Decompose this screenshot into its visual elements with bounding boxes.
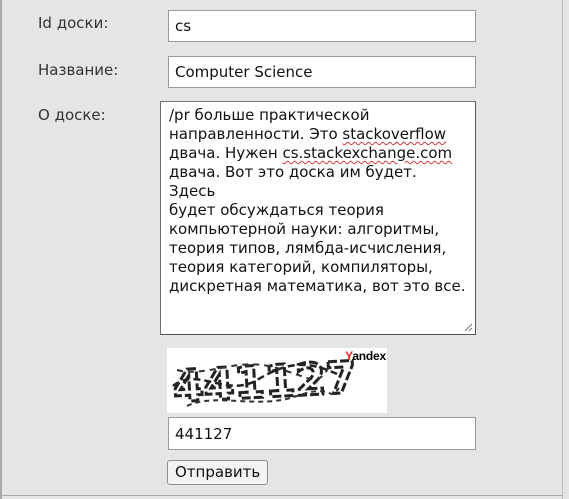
submit-button[interactable]: Отправить: [167, 460, 269, 485]
about-spellcheck-word-1: stackoverflow: [342, 125, 447, 143]
frame-bottom-edge: [0, 495, 563, 496]
board-name-input[interactable]: [168, 56, 476, 88]
board-name-label: Название:: [38, 61, 119, 79]
yandex-logo-rest: andex: [352, 349, 386, 363]
board-about-textarea[interactable]: /pr больше практической направленности. …: [160, 101, 476, 335]
about-text-part-2: двача. Нужен: [169, 144, 278, 162]
about-text-part-3: двача. Вот это доска им будет. Здесь буд…: [169, 163, 466, 295]
captcha-input[interactable]: [168, 417, 476, 450]
about-spellcheck-word-2: cs.stackexchange.com: [282, 144, 453, 162]
board-about-label: О доске:: [38, 106, 106, 124]
captcha-image: 441127 Yandex: [167, 348, 387, 414]
board-id-input[interactable]: [168, 10, 476, 42]
captcha-glyphs: 441127: [172, 352, 358, 413]
frame-left-edge: [0, 0, 2, 499]
yandex-logo: Yandex: [345, 349, 386, 363]
board-id-label: Id доски:: [38, 14, 109, 32]
board-settings-page: Id доски: Название: О доске: /pr больше …: [0, 0, 569, 499]
about-text-part-1: /pr больше практической направленности. …: [169, 106, 370, 143]
resize-grip-icon[interactable]: [464, 323, 473, 332]
frame-right-edge: [562, 0, 563, 499]
